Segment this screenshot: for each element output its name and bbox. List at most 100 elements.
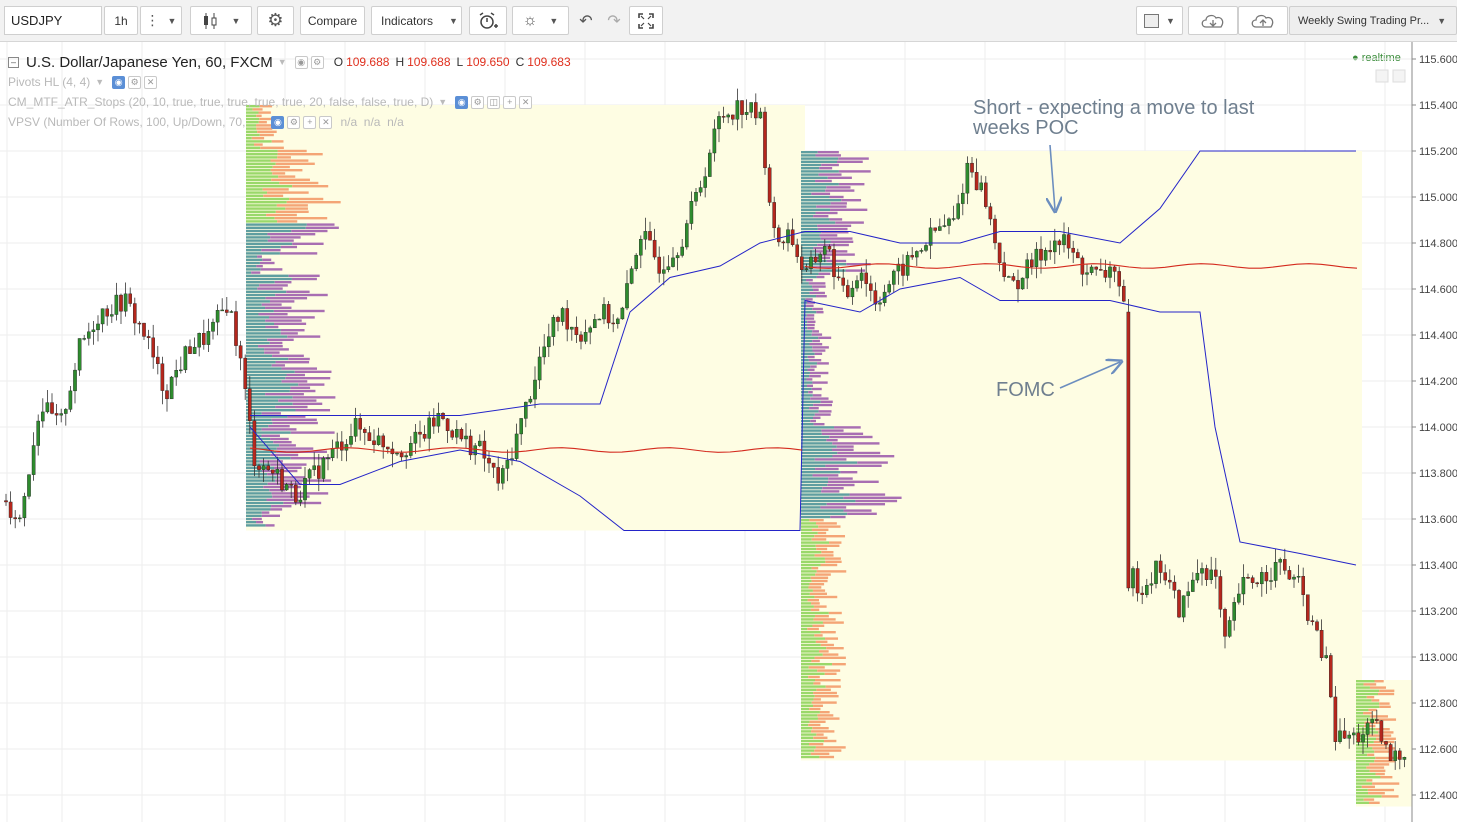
close-icon[interactable]: ✕ — [519, 95, 533, 109]
compare-button[interactable]: Compare — [300, 6, 365, 35]
candle-body — [694, 192, 698, 202]
volume-bar-up — [246, 485, 264, 489]
volume-bar-down — [816, 570, 847, 573]
short-annotation-line1[interactable]: Short - expecting a move to last — [973, 97, 1255, 119]
gear-icon[interactable]: ⚙ — [310, 55, 324, 69]
volume-bar-up — [801, 442, 833, 445]
volume-bar-down — [825, 189, 855, 192]
volume-bar-up — [801, 272, 819, 275]
chart-style-button[interactable]: ▼ — [190, 6, 252, 35]
volume-bar-up — [246, 453, 271, 457]
volume-bar-down — [1363, 798, 1375, 801]
redo-button[interactable]: ↷ — [600, 6, 628, 35]
volume-bar-down — [829, 218, 843, 221]
indicator-row-pivots[interactable]: Pivots HL (4, 4) ▼ ◉ ⚙ ✕ — [8, 72, 608, 92]
volume-bar-up — [1356, 769, 1370, 772]
interval-button[interactable]: 1h — [104, 6, 138, 35]
volume-bar-down — [814, 656, 846, 659]
volume-bar-down — [265, 297, 308, 300]
volume-bar-up — [801, 515, 831, 519]
candle-body — [77, 338, 82, 371]
axis-button[interactable] — [1392, 69, 1406, 83]
volume-bar-up — [246, 236, 271, 239]
collapse-icon[interactable]: – — [8, 56, 19, 68]
eye-icon[interactable]: ◉ — [271, 115, 285, 129]
undo-button[interactable]: ↶ — [572, 6, 600, 35]
ideas-button[interactable]: ☼ ▼ — [512, 6, 569, 35]
price-tick-label: 113.000 — [1419, 652, 1457, 664]
candle-body — [1158, 560, 1163, 573]
save-layout-button[interactable] — [1238, 6, 1288, 35]
indicator-row-vpsv[interactable]: VPSV (Number Of Rows, 100, Up/Down, 70, … — [8, 112, 608, 132]
candle-body — [1066, 234, 1071, 249]
chevron-down-icon: ▼ — [449, 15, 458, 26]
plus-icon[interactable]: + — [303, 115, 317, 129]
layout-grid-button[interactable]: ▼ — [1136, 6, 1183, 35]
eye-icon[interactable]: ◉ — [112, 75, 126, 89]
candle-body — [123, 293, 128, 312]
volume-bar-up — [1356, 772, 1376, 776]
indicators-button[interactable]: Indicators ▼ — [371, 6, 462, 35]
fomc-annotation[interactable]: FOMC — [996, 379, 1055, 401]
plus-icon[interactable]: + — [503, 95, 517, 109]
indicator-row-atr[interactable]: CM_MTF_ATR_Stops (20, 10, true, true, tr… — [8, 92, 608, 112]
close-icon[interactable]: ✕ — [144, 75, 158, 89]
load-layout-button[interactable] — [1188, 6, 1238, 35]
gear-icon[interactable]: ⚙ — [471, 95, 485, 109]
interval-dropdown[interactable]: ⋮ ▼ — [140, 6, 182, 35]
candle-body — [961, 192, 965, 204]
price-axis[interactable]: 115.600 115.400 115.200 115.000 114.800 114.6… — [1411, 42, 1457, 822]
candle-body — [583, 332, 588, 342]
volume-bar-up — [801, 554, 815, 557]
volume-bar-up — [801, 192, 812, 195]
volume-bar-up — [801, 336, 819, 339]
candle-body — [128, 293, 133, 304]
settings-button[interactable]: ⚙ — [257, 6, 294, 35]
axis-button[interactable] — [1375, 69, 1389, 83]
candle-body — [680, 246, 684, 256]
volume-bar-up — [246, 261, 260, 265]
gear-icon[interactable]: ⚙ — [128, 75, 142, 89]
volume-bar-down — [812, 307, 823, 311]
eye-icon[interactable]: ◉ — [455, 95, 469, 109]
volume-bar-down — [294, 370, 332, 373]
alert-button[interactable] — [469, 6, 507, 35]
volume-bar-up — [801, 480, 829, 483]
volume-bar-down — [279, 252, 318, 255]
short-annotation-line2[interactable]: weeks POC — [972, 117, 1079, 139]
close-icon[interactable]: ✕ — [319, 115, 333, 129]
eye-icon[interactable]: ◉ — [294, 55, 308, 69]
volume-bar-down — [272, 421, 318, 425]
cloud-upload-icon — [1251, 14, 1274, 28]
candle-body — [1190, 579, 1195, 592]
symbol-input[interactable] — [4, 6, 102, 35]
candle-body — [708, 152, 712, 177]
candle-body — [1374, 719, 1379, 721]
candle-body — [4, 500, 8, 503]
volume-bar-down — [259, 284, 288, 287]
chevron-down-icon[interactable]: ▼ — [438, 97, 447, 107]
candle-body — [1397, 750, 1402, 760]
gear-icon[interactable]: ⚙ — [287, 115, 301, 129]
chevron-down-icon[interactable]: ▼ — [95, 77, 104, 87]
volume-bar-down — [825, 560, 842, 563]
layout-name-button[interactable]: Weekly Swing Trading Pr... ▼ — [1289, 6, 1457, 35]
volume-bar-down — [810, 365, 817, 368]
volume-bar-down — [261, 249, 281, 252]
volume-bar-down — [279, 181, 319, 185]
volume-bar-up — [801, 535, 815, 538]
open-value: 109.688 — [346, 55, 390, 69]
volume-bar-up — [801, 656, 815, 659]
volume-bar-down — [1376, 737, 1396, 740]
price-tick-label: 114.400 — [1419, 330, 1457, 342]
cloud-download-icon — [1201, 14, 1224, 28]
candle-body — [965, 162, 970, 194]
volume-bar-down — [251, 271, 261, 274]
fullscreen-button[interactable] — [629, 6, 663, 35]
volume-bar-up — [801, 682, 814, 685]
source-icon[interactable]: ◫ — [487, 95, 501, 109]
chevron-down-icon[interactable]: ▼ — [278, 57, 287, 67]
volume-bar-up — [801, 448, 832, 451]
candle-body — [1103, 269, 1108, 278]
price-chart[interactable]: Short - expecting a move to last weeks P… — [0, 42, 1457, 822]
